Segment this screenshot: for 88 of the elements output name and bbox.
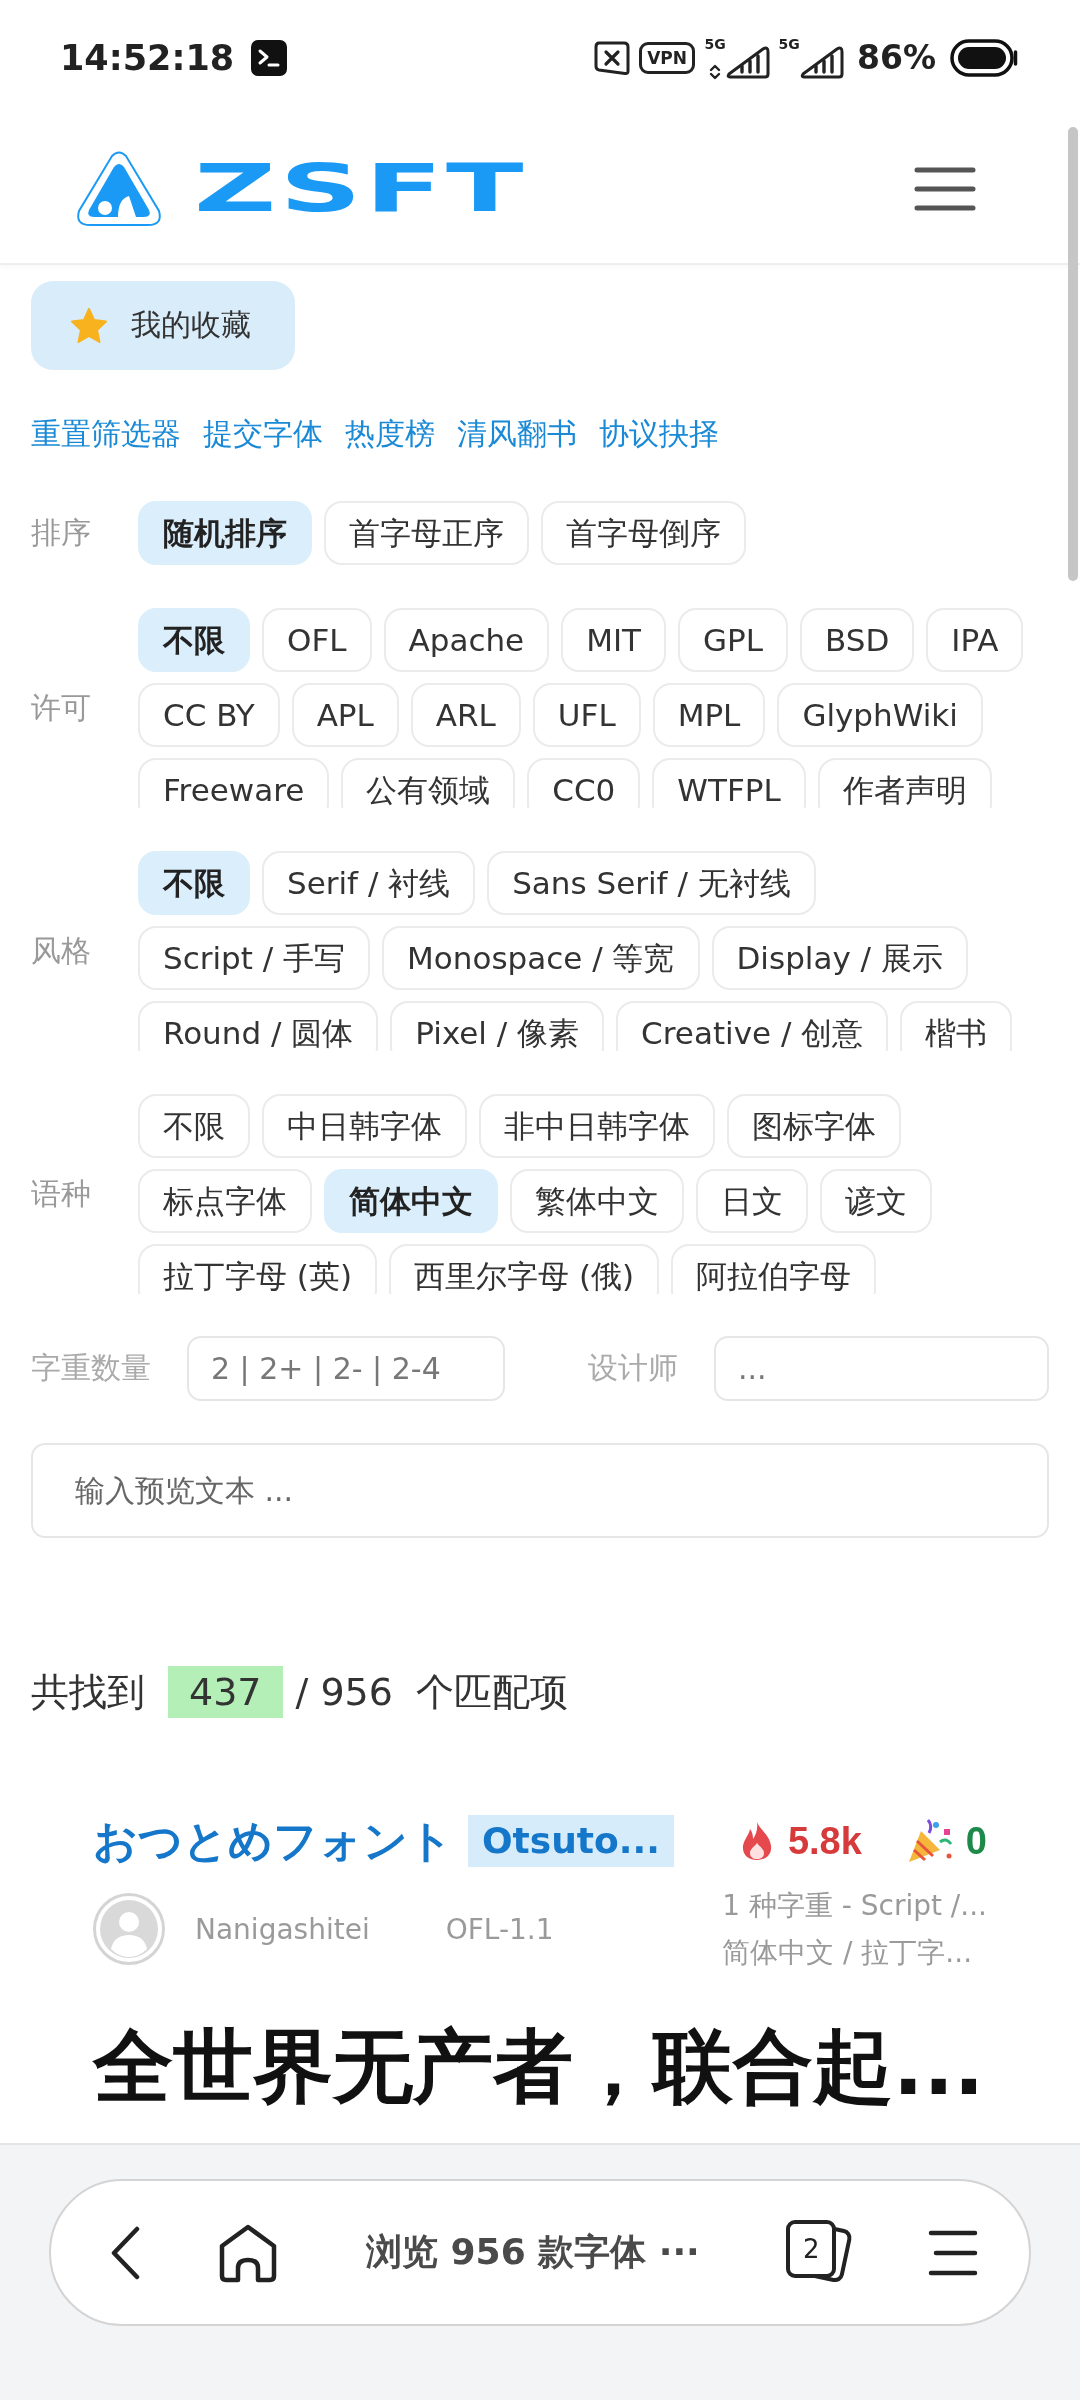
font-tags-line: 1 种字重 - Script /...	[722, 1888, 987, 1924]
filter-option[interactable]: 不限	[138, 608, 250, 672]
filter-option[interactable]: CC BY	[138, 683, 280, 747]
page-title[interactable]: 浏览 956 款字体 ···	[366, 2228, 784, 2277]
filter-option[interactable]: WTFPL	[652, 758, 806, 808]
filter-option[interactable]: GlyphWiki	[777, 683, 983, 747]
terminal-icon	[251, 39, 288, 76]
filter-option[interactable]: 日文	[696, 1169, 808, 1233]
battery-percentage: 86%	[857, 38, 936, 77]
filter-option[interactable]: MPL	[652, 683, 766, 747]
filter-option[interactable]: Sans Serif / 无衬线	[487, 851, 816, 915]
filter-option[interactable]: Creative / 创意	[616, 1001, 889, 1051]
filter-label: 风格	[31, 931, 92, 970]
filter-option[interactable]: 简体中文	[324, 1169, 498, 1233]
filter-option[interactable]: Monospace / 等宽	[382, 926, 700, 990]
menu-icon[interactable]	[928, 2228, 978, 2277]
avatar-icon	[93, 1893, 165, 1965]
license-label: OFL-1.1	[445, 1912, 554, 1946]
filter-option[interactable]: 楷书	[900, 1001, 1013, 1051]
nav-link[interactable]: 协议抉择	[599, 413, 719, 455]
tabs-button[interactable]: 2	[784, 2217, 854, 2288]
logo-icon[interactable]	[74, 149, 164, 229]
battery-icon	[950, 38, 1018, 77]
nav-link[interactable]: 清风翻书	[457, 413, 577, 455]
filter-option[interactable]: 拉丁字母 (英)	[138, 1244, 378, 1294]
filter-option[interactable]: Apache	[383, 608, 550, 672]
filter-option[interactable]: 西里尔字母 (俄)	[389, 1244, 660, 1294]
latin-name[interactable]: Otsuto...	[468, 1815, 674, 1867]
x-mark-icon	[593, 39, 632, 76]
filter-option[interactable]: Pixel / 像素	[390, 1001, 605, 1051]
font-tags-line: 简体中文 / 拉丁字...	[722, 1935, 973, 1971]
filter-option[interactable]: ARL	[410, 683, 521, 747]
data-arrows-icon	[709, 63, 721, 80]
filter-option[interactable]: 非中日韩字体	[479, 1094, 715, 1158]
filter-option[interactable]: 谚文	[820, 1169, 932, 1233]
filter-option[interactable]: 标点字体	[138, 1169, 312, 1233]
results-label: 共找到	[31, 1668, 145, 1716]
scrollbar-thumb[interactable]	[1068, 127, 1078, 581]
filter-label: 排序	[31, 513, 92, 552]
back-icon[interactable]	[109, 2225, 141, 2280]
filter-option[interactable]: 阿拉伯字母	[671, 1244, 877, 1294]
results-suffix: 个匹配项	[415, 1668, 568, 1716]
filter-label: 许可	[31, 688, 92, 727]
field-label: 字重数量	[31, 1349, 151, 1387]
filter-option[interactable]: 首字母正序	[324, 501, 529, 565]
filter-option[interactable]: Display / 展示	[711, 926, 968, 990]
filter-option[interactable]: 公有领域	[341, 758, 516, 808]
filter-option[interactable]: UFL	[532, 683, 641, 747]
filter-option[interactable]: 不限	[138, 851, 250, 915]
favorites-button[interactable]: 我的收藏	[31, 281, 295, 370]
filter-option[interactable]: MIT	[561, 608, 666, 672]
filter-option[interactable]: Serif / 衬线	[262, 851, 476, 915]
star-icon	[69, 306, 109, 345]
nav-link[interactable]: 重置筛选器	[31, 413, 181, 455]
filter-option[interactable]: CC0	[527, 758, 641, 808]
filter-option[interactable]: 作者声明	[817, 758, 992, 808]
preview-sample-text: 全世界无产者，联合起...	[93, 2019, 986, 2115]
vpn-indicator: VPN	[639, 41, 695, 74]
menu-icon[interactable]	[914, 166, 976, 212]
filter-option[interactable]: Script / 手写	[138, 926, 371, 990]
filter-option[interactable]: APL	[291, 683, 399, 747]
filter-option[interactable]: 随机排序	[138, 501, 312, 565]
nav-link[interactable]: 提交字体	[203, 413, 323, 455]
filter-option[interactable]: IPA	[926, 608, 1024, 672]
font-name[interactable]: おつとめフォント	[93, 1811, 453, 1871]
nav-link[interactable]: 热度榜	[345, 413, 435, 455]
filter-option[interactable]: 图标字体	[727, 1094, 901, 1158]
filter-option[interactable]: 繁体中文	[510, 1169, 684, 1233]
network-type-label: 5G	[778, 35, 800, 52]
filter-option[interactable]: BSD	[800, 608, 915, 672]
match-count: 437	[168, 1666, 283, 1718]
filter-option[interactable]: 不限	[138, 1094, 250, 1158]
filter-label: 语种	[31, 1174, 92, 1213]
weight-count-field[interactable]: 2 | 2+ | 2- | 2-4	[187, 1336, 505, 1401]
filter-option[interactable]: Round / 圆体	[138, 1001, 379, 1051]
filter-option[interactable]: 首字母倒序	[541, 501, 746, 565]
filter-option[interactable]: OFL	[262, 608, 372, 672]
popularity-count: 5.8k	[787, 1819, 862, 1863]
network-type-label: 5G	[704, 35, 726, 52]
likes-count: 0	[965, 1819, 987, 1863]
preview-text-field[interactable]: 输入预览文本 ...	[31, 1443, 1049, 1538]
status-time: 14:52:18	[60, 37, 235, 78]
filter-option[interactable]: 中日韩字体	[262, 1094, 467, 1158]
designer-field[interactable]: ...	[714, 1336, 1049, 1401]
field-label: 设计师	[588, 1349, 678, 1387]
filter-option[interactable]: Freeware	[138, 758, 330, 808]
filter-option[interactable]: GPL	[678, 608, 788, 672]
total-count: / 956	[295, 1670, 393, 1714]
